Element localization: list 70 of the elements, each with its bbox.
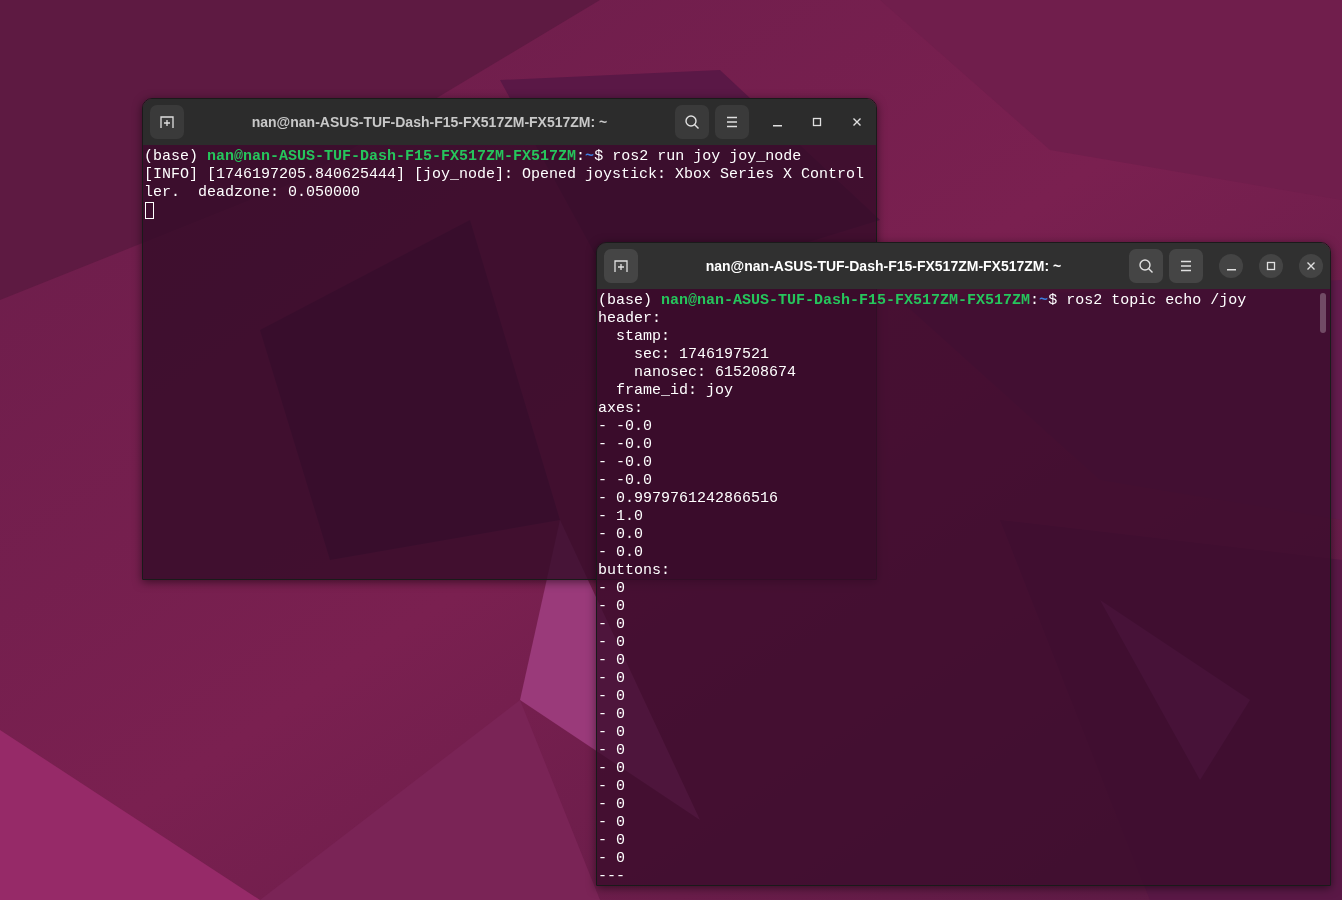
output-line: - 0.9979761242866516 [598,490,780,508]
prompt-separator: : [576,148,586,165]
output-line: - 0 [598,796,626,814]
output-line: - 0.0 [598,526,644,544]
output-line: header: [598,310,662,328]
menu-icon [1179,260,1193,272]
prompt-user-host: nan@nan-ASUS-TUF-Dash-F15-FX517ZM-FX517ZM [661,292,1031,309]
maximize-icon [812,117,822,127]
output-line: stamp: [615,328,671,346]
minimize-icon [1226,268,1236,271]
output-line: - 0 [598,616,626,634]
output-line: frame_id: joy [615,382,735,400]
output-line: axes: [598,400,644,418]
new-tab-icon [613,258,629,274]
new-tab-icon [159,114,175,130]
command-text: ros2 run joy joy_node [612,148,802,165]
new-tab-button[interactable] [604,249,638,283]
output-line: - -0.0 [598,436,653,454]
command-text: ros2 topic echo /joy [1066,292,1247,309]
output-line: ler. deadzone: 0.050000 [144,184,362,202]
maximize-button[interactable] [1259,254,1283,278]
output-line: - 0 [598,760,626,778]
output-line: sec: 1746197521 [633,346,771,364]
new-tab-button[interactable] [150,105,184,139]
output-line: - 0 [598,742,626,760]
search-icon [684,114,700,130]
output-line: - -0.0 [598,418,653,436]
output-line: - 0 [598,670,626,688]
window-title: nan@nan-ASUS-TUF-Dash-F15-FX517ZM-FX517ZM: ~ [250,114,609,130]
minimize-icon [772,124,782,127]
output-line: - 0 [598,724,626,742]
prompt-env: (base) [598,292,652,309]
prompt-symbol: $ [594,148,604,165]
close-icon [1306,261,1316,271]
scrollbar[interactable] [1320,293,1326,333]
close-icon [852,117,862,127]
minimize-button[interactable] [1219,254,1243,278]
search-button[interactable] [1129,249,1163,283]
prompt-separator: : [1030,292,1040,309]
output-line: [INFO] [1746197205.840625444] [joy_node]: Opened joystick: Xbox Series X Control [144,166,866,184]
prompt-path: ~ [1039,292,1049,309]
output-line: - 0 [598,832,626,850]
prompt-env: (base) [144,148,198,165]
output-line: - -0.0 [598,454,653,472]
output-line: - 0 [598,580,626,598]
output-line: - 0 [598,778,626,796]
output-line: - 1.0 [598,508,644,526]
maximize-icon [1266,261,1276,271]
output-line: - 0 [598,652,626,670]
menu-button[interactable] [1169,249,1203,283]
output-line: buttons: [598,562,671,580]
prompt-user-host: nan@nan-ASUS-TUF-Dash-F15-FX517ZM-FX517ZM [207,148,577,165]
output-line: nanosec: 615208674 [633,364,798,382]
prompt-path: ~ [585,148,595,165]
output-line: - 0.0 [598,544,644,562]
search-icon [1138,258,1154,274]
output-line: - -0.0 [598,472,653,490]
output-line: - 0 [598,814,626,832]
menu-button[interactable] [715,105,749,139]
output-line: - 0 [598,850,626,868]
output-line: - 0 [598,688,626,706]
search-button[interactable] [675,105,709,139]
menu-icon [725,116,739,128]
output-line: - 0 [598,706,626,724]
window-title: nan@nan-ASUS-TUF-Dash-F15-FX517ZM-FX517ZM: ~ [704,258,1063,274]
output-line: - 0 [598,634,626,652]
output-line: - 0 [598,598,626,616]
close-button[interactable] [1299,254,1323,278]
prompt-symbol: $ [1048,292,1058,309]
output-line: --- [598,868,626,885]
